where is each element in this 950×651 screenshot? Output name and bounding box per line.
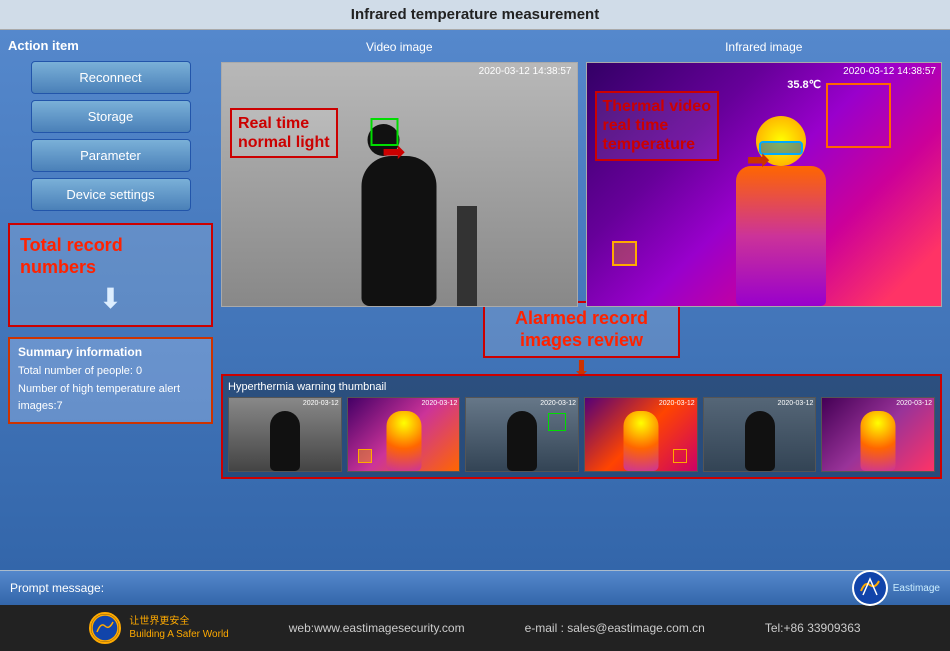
real-time-label-box: Real time normal light	[230, 108, 338, 158]
thermal-arrow: ➡	[747, 143, 770, 176]
record-arrow: ⬇	[20, 282, 201, 315]
thumbnail-4[interactable]: 2020-03-12	[584, 397, 698, 472]
corner-logo: Eastimage	[852, 570, 940, 606]
thermal-video-frame: 2020-03-12 14:38:57 35.8℃ Thermal video	[586, 62, 943, 307]
footer-logo: 让世界更安全 Building A Safer World	[89, 612, 228, 644]
normal-video-frame: 2020-03-12 14:38:57 Real time normal lig…	[221, 62, 578, 307]
action-label: Action item	[8, 38, 213, 53]
alarmed-annotation-area: Alarmed record images review ⬇	[221, 313, 942, 368]
video-image-label: Video image	[366, 40, 433, 54]
real-time-line1: Real time	[238, 114, 330, 133]
corner-logo-text: Eastimage	[893, 583, 940, 594]
video-row: 2020-03-12 14:38:57 Real time normal lig…	[221, 62, 942, 307]
thumbnail-6[interactable]: 2020-03-12	[821, 397, 935, 472]
footer-web: web:www.eastimagesecurity.com	[289, 621, 465, 635]
prompt-bar: Prompt message: Eastimage	[0, 570, 950, 605]
thumb-ts-2: 2020-03-12	[422, 400, 458, 407]
thumbnail-2[interactable]: 2020-03-12	[347, 397, 461, 472]
thermal-timestamp: 2020-03-12 14:38:57	[843, 66, 936, 77]
thermal-line1: Thermal video	[603, 97, 711, 116]
footer-logo-icon	[91, 614, 119, 642]
thumbnail-label: Hyperthermia warning thumbnail	[228, 381, 935, 393]
prompt-label: Prompt message:	[10, 581, 104, 595]
small-object-box	[612, 241, 637, 266]
normal-arrow: ➡	[382, 135, 405, 168]
right-panel: Video image Infrared image 2020-03-12 14…	[221, 38, 942, 562]
parameter-button[interactable]: Parameter	[31, 139, 191, 172]
device-settings-button[interactable]: Device settings	[31, 178, 191, 211]
total-people: Total number of people: 0	[18, 363, 203, 381]
footer-logo-line2: Building A Safer World	[129, 628, 228, 641]
thumbnail-row: 2020-03-12 2020-03-12 2020-03-12 2020-03…	[228, 397, 935, 472]
thumb-ts-4: 2020-03-12	[659, 400, 695, 407]
summary-title: Summary information	[18, 345, 203, 359]
record-label: Total record numbers	[20, 235, 201, 278]
thumbnail-3[interactable]: 2020-03-12	[465, 397, 579, 472]
footer-logo-text: 让世界更安全 Building A Safer World	[129, 615, 228, 641]
alarmed-box: Alarmed record images review	[483, 301, 680, 358]
thermal-line3: temperature	[603, 135, 711, 154]
app-title: Infrared temperature measurement	[351, 6, 599, 23]
normal-timestamp: 2020-03-12 14:38:57	[479, 66, 572, 77]
footer-logo-line1: 让世界更安全	[129, 615, 228, 628]
infrared-image-label: Infrared image	[725, 40, 802, 54]
alarmed-line2: images review	[515, 330, 648, 352]
main-area: Action item Reconnect Storage Parameter …	[0, 30, 950, 570]
storage-button[interactable]: Storage	[31, 100, 191, 133]
thermal-label-box: Thermal video real time temperature	[595, 91, 719, 161]
thermal-line2: real time	[603, 116, 711, 135]
thumb-ts-3: 2020-03-12	[540, 400, 576, 407]
footer-logo-circle	[89, 612, 121, 644]
record-box: Total record numbers ⬇	[8, 223, 213, 327]
alarmed-line1: Alarmed record	[515, 308, 648, 330]
face-detect-box	[826, 83, 891, 148]
title-bar: Infrared temperature measurement	[0, 0, 950, 30]
thumb-ts-6: 2020-03-12	[896, 400, 932, 407]
company-logo-icon	[853, 571, 887, 605]
summary-box: Summary information Total number of peop…	[8, 337, 213, 424]
temp-badge: 35.8℃	[787, 78, 821, 91]
reconnect-button[interactable]: Reconnect	[31, 61, 191, 94]
thumb-ts-5: 2020-03-12	[778, 400, 814, 407]
left-panel: Action item Reconnect Storage Parameter …	[8, 38, 213, 562]
footer-email: e-mail : sales@eastimage.com.cn	[525, 621, 705, 635]
thumbnail-5[interactable]: 2020-03-12	[703, 397, 817, 472]
real-time-line2: normal light	[238, 133, 330, 152]
thumbnail-area: Hyperthermia warning thumbnail 2020-03-1…	[221, 374, 942, 479]
alert-images: Number of high temperature alert images:…	[18, 381, 203, 416]
footer-tel: Tel:+86 33909363	[765, 621, 861, 635]
thumb-ts-1: 2020-03-12	[303, 400, 339, 407]
thumbnail-1[interactable]: 2020-03-12	[228, 397, 342, 472]
footer: 让世界更安全 Building A Safer World web:www.ea…	[0, 605, 950, 651]
